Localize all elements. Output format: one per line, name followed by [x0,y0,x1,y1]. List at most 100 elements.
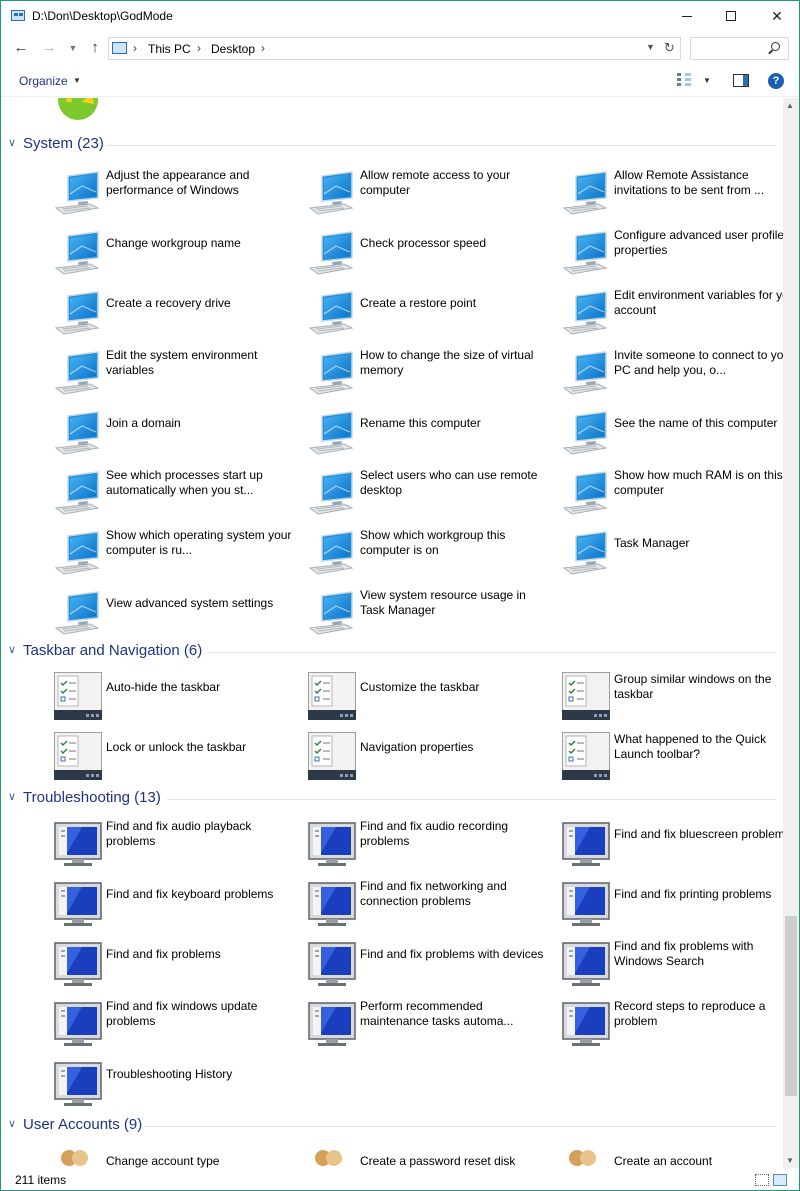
address-bar[interactable]: › This PC › Desktop › ▼ ↻ [108,37,681,60]
list-item[interactable]: See the name of this computer [562,408,783,464]
list-item[interactable]: Show how much RAM is on this computer [562,468,783,524]
chevron-down-icon[interactable]: ∨ [8,136,16,149]
list-item[interactable]: Lock or unlock the taskbar [54,732,304,788]
list-item[interactable]: Show which workgroup this computer is on [308,528,558,584]
search-input[interactable] [690,37,789,60]
list-item[interactable]: Allow Remote Assistance invitations to b… [562,168,783,224]
troubleshoot-monitor-icon [308,999,356,1047]
breadcrumb-separator-icon[interactable]: › [261,41,265,55]
list-item[interactable]: Find and fix problems with devices [308,939,558,995]
breadcrumb-separator-icon[interactable]: › [133,41,137,55]
item-label: Select users who can use remote desktop [360,468,538,497]
close-button[interactable]: ✕ [753,1,800,31]
list-item[interactable]: Find and fix networking and connection p… [308,879,558,935]
list-item[interactable]: Configure advanced user profile properti… [562,228,783,284]
list-item[interactable]: Select users who can use remote desktop [308,468,558,524]
list-item[interactable]: Find and fix problems with Windows Searc… [562,939,783,995]
taskbar-checklist-icon [562,672,610,720]
list-item[interactable]: Join a domain [54,408,304,464]
list-item[interactable]: Find and fix keyboard problems [54,879,304,935]
list-item[interactable]: Edit environment variables for your acco… [562,288,783,344]
list-item[interactable]: Find and fix problems [54,939,304,995]
large-icons-view-icon[interactable] [773,1174,787,1186]
list-item[interactable]: Invite someone to connect to your PC and… [562,348,783,404]
change-view-icon[interactable] [677,73,691,88]
group-header-troubleshooting[interactable]: ∨ Troubleshooting (13) [1,789,776,809]
list-item[interactable]: Perform recommended maintenance tasks au… [308,999,558,1055]
group-header-useraccounts[interactable]: ∨ User Accounts (9) [1,1116,776,1136]
list-item[interactable]: Find and fix audio recording problems [308,819,558,875]
command-bar: Organize ▼ ▼ ? [1,65,799,97]
item-label: Create a password reset disk [360,1154,516,1168]
group-title[interactable]: Taskbar and Navigation (6) [23,642,202,659]
chevron-down-icon[interactable]: ▼ [73,76,81,85]
list-item[interactable]: Change account type [54,1146,304,1168]
breadcrumb-separator-icon[interactable]: › [197,41,201,55]
item-label: Troubleshooting History [106,1067,233,1081]
breadcrumb-this-pc[interactable]: This PC [148,42,191,56]
list-item[interactable]: Allow remote access to your computer [308,168,558,224]
group-header-system[interactable]: ∨ System (23) [1,135,776,155]
list-item[interactable]: What happened to the Quick Launch toolba… [562,732,783,788]
list-item[interactable]: Check processor speed [308,228,558,284]
troubleshoot-monitor-icon [308,819,356,867]
details-view-icon[interactable] [755,1174,769,1186]
monitor-icon [54,348,102,396]
list-item[interactable]: Edit the system environment variables [54,348,304,404]
list-item[interactable]: Rename this computer [308,408,558,464]
list-item[interactable]: Create a password reset disk [308,1146,558,1168]
back-button[interactable]: ← [11,39,31,57]
group-title[interactable]: Troubleshooting (13) [23,789,161,806]
scroll-up-icon[interactable]: ▲ [786,101,794,110]
breadcrumb-desktop[interactable]: Desktop [211,42,255,56]
list-item[interactable]: Change workgroup name [54,228,304,284]
list-item[interactable]: View system resource usage in Task Manag… [308,588,558,644]
list-item[interactable]: Find and fix printing problems [562,879,783,935]
help-icon[interactable]: ? [768,73,784,89]
group-title[interactable]: User Accounts (9) [23,1116,142,1133]
address-dropdown-icon[interactable]: ▼ [646,42,655,52]
list-item[interactable]: Find and fix windows update problems [54,999,304,1055]
list-item[interactable]: Show which operating system your compute… [54,528,304,584]
taskbar-checklist-icon [54,672,102,720]
list-item[interactable]: Adjust the appearance and performance of… [54,168,304,224]
view-options-chevron-icon[interactable]: ▼ [703,76,711,85]
minimize-button[interactable] [663,1,711,31]
list-item[interactable]: Create an account [562,1146,783,1168]
list-item[interactable]: Find and fix audio playback problems [54,819,304,875]
preview-pane-icon[interactable] [733,74,749,87]
list-item[interactable]: View advanced system settings [54,588,304,644]
scroll-down-icon[interactable]: ▼ [786,1156,794,1165]
list-item[interactable]: How to change the size of virtual memory [308,348,558,404]
item-label: Find and fix problems with Windows Searc… [614,939,754,968]
list-item[interactable]: Customize the taskbar [308,672,558,728]
list-item[interactable]: Task Manager [562,528,783,584]
chevron-down-icon[interactable]: ∨ [8,643,16,656]
item-label: Adjust the appearance and performance of… [106,168,250,197]
troubleshoot-monitor-icon [308,939,356,987]
group-header-taskbar[interactable]: ∨ Taskbar and Navigation (6) [1,642,776,662]
vertical-scrollbar[interactable]: ▲ ▼ [783,98,799,1168]
item-label: Find and fix problems [106,947,221,961]
list-item[interactable]: Create a recovery drive [54,288,304,344]
chevron-down-icon[interactable]: ∨ [8,790,16,803]
list-item[interactable]: Create a restore point [308,288,558,344]
recent-locations-button[interactable]: ▼ [63,39,83,57]
list-item[interactable]: See which processes start up automatical… [54,468,304,524]
group-title[interactable]: System (23) [23,135,104,152]
scroll-thumb[interactable] [785,916,797,1096]
organize-button[interactable]: Organize [19,74,68,88]
up-button[interactable]: ↑ [85,39,105,57]
chevron-down-icon[interactable]: ∨ [8,1117,16,1130]
maximize-button[interactable] [707,1,755,31]
refresh-icon[interactable]: ↻ [664,40,675,56]
list-item[interactable]: Find and fix bluescreen problems [562,819,783,875]
users-icon [308,1146,356,1168]
item-label: Group similar windows on the taskbar [614,672,772,701]
list-item[interactable]: Troubleshooting History [54,1059,304,1115]
list-item[interactable]: Navigation properties [308,732,558,788]
forward-button[interactable]: → [39,39,59,57]
list-item[interactable]: Record steps to reproduce a problem [562,999,783,1055]
list-item[interactable]: Group similar windows on the taskbar [562,672,783,728]
list-item[interactable]: Auto-hide the taskbar [54,672,304,728]
